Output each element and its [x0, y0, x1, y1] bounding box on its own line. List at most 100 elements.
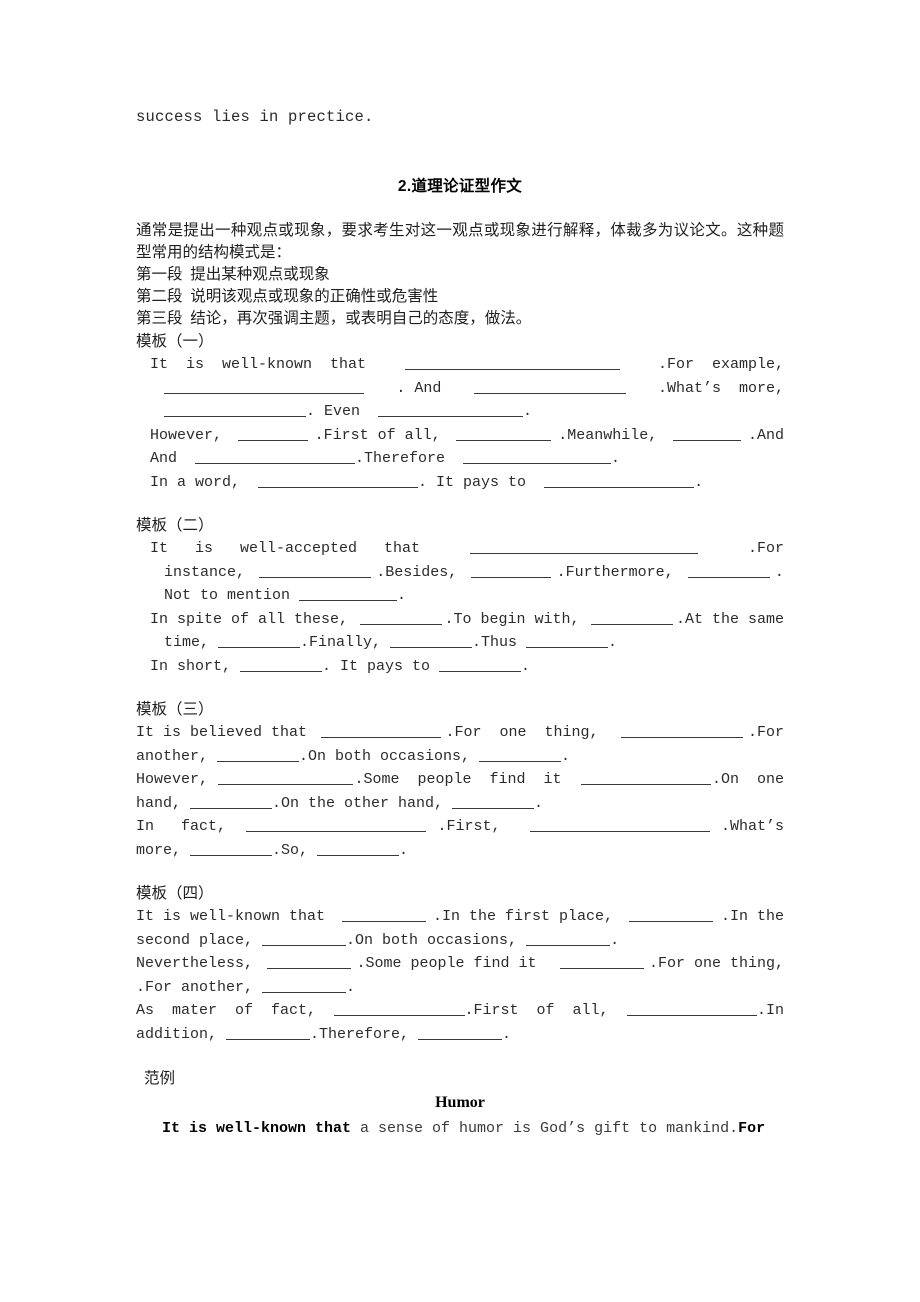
document-page: success lies in prectice. 2.道理论证型作文 通常是提…	[0, 0, 920, 1302]
fill-in-blank[interactable]	[320, 723, 441, 738]
fill-in-blank[interactable]	[544, 473, 695, 488]
template-line: . Even .	[136, 400, 784, 424]
templates-container: 模板（一） It is well-known that .For example,.…	[136, 330, 784, 1046]
fill-in-blank[interactable]	[456, 426, 552, 441]
fill-in-blank[interactable]	[390, 633, 473, 648]
fill-in-blank[interactable]	[267, 954, 352, 969]
template-text: In a word,	[150, 473, 259, 491]
template-text: .For example,	[657, 356, 784, 373]
fill-in-blank[interactable]	[218, 770, 354, 785]
template-text: .On both occasions,	[346, 931, 527, 949]
template-line: time, .Finally, .Thus .	[136, 631, 784, 655]
fill-in-blank[interactable]	[687, 563, 770, 578]
template-text: .	[346, 978, 356, 996]
fill-in-blank[interactable]	[190, 841, 273, 856]
fill-in-blank[interactable]	[452, 794, 535, 809]
fill-in-blank[interactable]	[341, 907, 426, 922]
template-text: .Some people find it	[354, 771, 580, 788]
fill-in-blank[interactable]	[463, 449, 612, 464]
fill-in-blank[interactable]	[580, 770, 711, 785]
template-text: However,	[136, 771, 218, 788]
fill-in-blank[interactable]	[262, 978, 347, 993]
template-line: It is well-accepted that .For	[136, 537, 784, 561]
template-text: .On the other hand,	[272, 794, 453, 812]
template-text: In short,	[150, 657, 241, 675]
template-text: .	[608, 634, 618, 651]
example-title: Humor	[435, 1094, 485, 1111]
fill-in-blank[interactable]	[473, 379, 626, 394]
structure-line: 第三段 结论，再次强调主题，或表明自己的态度，做法。	[136, 310, 532, 327]
fill-in-blank[interactable]	[559, 954, 644, 969]
fill-in-blank[interactable]	[418, 1025, 503, 1040]
fill-in-blank[interactable]	[246, 817, 427, 832]
example-bold-tail: For	[738, 1120, 766, 1137]
template-text: .	[694, 473, 704, 491]
fill-in-blank[interactable]	[240, 657, 323, 672]
template-text: And	[150, 450, 196, 467]
structure-line: 第二段 说明该观点或现象的正确性或危害性	[136, 288, 439, 305]
template-text: .Therefore,	[310, 1025, 419, 1043]
fill-in-blank[interactable]	[470, 539, 699, 554]
template-line: . And .What’s more,	[136, 377, 784, 401]
template-line: It is well-known that .In the first plac…	[136, 905, 784, 929]
fill-in-blank[interactable]	[359, 610, 442, 625]
example-body: It is well-known that a sense of humor i…	[136, 1120, 784, 1137]
fill-in-blank[interactable]	[259, 563, 372, 578]
template-text: .On both occasions,	[299, 747, 480, 765]
template-text: .Meanwhile,	[558, 426, 667, 444]
template-line: more, .So, .	[136, 839, 784, 863]
template-text: .For	[747, 540, 784, 557]
fill-in-blank[interactable]	[164, 379, 364, 394]
template-line: In a word, . It pays to .	[136, 471, 784, 495]
template-text: time,	[164, 634, 219, 651]
template-text: .To begin with,	[444, 610, 589, 628]
fill-in-blank[interactable]	[404, 355, 620, 370]
fill-in-blank[interactable]	[626, 1001, 757, 1016]
fill-in-blank[interactable]	[258, 473, 419, 488]
example-bold-lead: It is well-known that	[162, 1120, 352, 1137]
fill-in-blank[interactable]	[190, 794, 273, 809]
template-line: .For another, .	[136, 976, 784, 1000]
template-block: It is well-known that .For example,. And.…	[136, 353, 784, 494]
fill-in-blank[interactable]	[526, 633, 609, 648]
template-text: .What’s more,	[657, 379, 784, 397]
structure-list: 第一段 提出某种观点或现象 第二段 说明该观点或现象的正确性或危害性 第三段 结…	[136, 264, 784, 330]
fill-in-blank[interactable]	[629, 907, 714, 922]
template-text: .At the same	[675, 610, 784, 628]
fill-in-blank[interactable]	[334, 1001, 465, 1016]
template-text: However,	[150, 426, 232, 444]
fill-in-blank[interactable]	[673, 426, 742, 441]
template-line: another, .On both occasions, .	[136, 745, 784, 769]
template-line: And .Therefore .	[136, 447, 784, 471]
section-title: 2.道理论证型作文	[397, 178, 523, 195]
fill-in-blank[interactable]	[217, 747, 300, 762]
fill-in-blank[interactable]	[299, 586, 398, 601]
template-text: Nevertheless,	[136, 955, 263, 972]
fill-in-blank[interactable]	[226, 1025, 311, 1040]
document-body: success lies in prectice. 2.道理论证型作文 通常是提…	[136, 108, 784, 1137]
fill-in-blank[interactable]	[439, 657, 522, 672]
template-text: .First of all,	[464, 1002, 627, 1019]
template-line: As mater of fact, .First of all, .In	[136, 999, 784, 1023]
template-text: instance,	[164, 563, 255, 581]
fill-in-blank[interactable]	[529, 817, 710, 832]
fill-in-blank[interactable]	[237, 426, 308, 441]
fill-in-blank[interactable]	[471, 563, 552, 578]
template-text: .For another,	[136, 978, 263, 996]
fill-in-blank[interactable]	[218, 633, 301, 648]
template-line: It is well-known that .For example,	[136, 353, 784, 377]
template-text: In spite of all these,	[150, 610, 358, 628]
template-text: more,	[136, 841, 191, 859]
fill-in-blank[interactable]	[164, 402, 306, 417]
fill-in-blank[interactable]	[526, 931, 611, 946]
fill-in-blank[interactable]	[195, 449, 356, 464]
fill-in-blank[interactable]	[317, 841, 400, 856]
template-text: .Furthermore,	[556, 563, 683, 581]
fill-in-blank[interactable]	[479, 747, 562, 762]
template-block: It is well-known that .In the first plac…	[136, 905, 784, 1046]
fill-in-blank[interactable]	[591, 610, 674, 625]
example-section: 范例 Humor It is well-known that a sense o…	[136, 1066, 784, 1137]
fill-in-blank[interactable]	[621, 723, 744, 738]
fill-in-blank[interactable]	[378, 402, 524, 417]
fill-in-blank[interactable]	[262, 931, 347, 946]
